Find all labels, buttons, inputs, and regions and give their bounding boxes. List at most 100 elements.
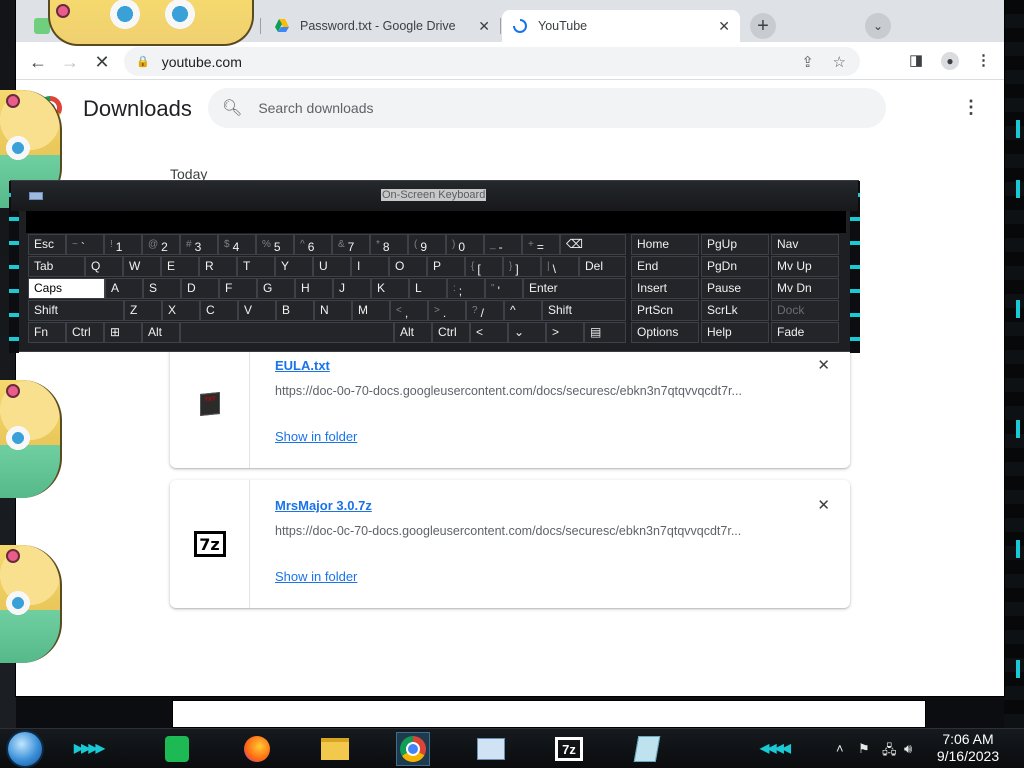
key-y[interactable]: Y xyxy=(275,256,313,277)
key-space[interactable] xyxy=(180,322,394,343)
key-prtscn[interactable]: PrtScn xyxy=(631,300,699,321)
task-manager-icon[interactable] xyxy=(474,732,508,766)
key-alt[interactable]: Alt xyxy=(142,322,180,343)
search-downloads[interactable]: 🔍︎ xyxy=(208,88,886,128)
download-filename-link[interactable]: MrsMajor 3.0.7z xyxy=(275,498,372,513)
show-in-folder-link[interactable]: Show in folder xyxy=(275,429,357,444)
key-up-arrow[interactable]: ^ xyxy=(504,300,542,321)
new-tab-button[interactable]: + xyxy=(750,13,776,39)
start-button[interactable] xyxy=(8,732,42,766)
key-backspace[interactable]: ⌫ xyxy=(560,234,626,255)
tab-google-drive[interactable]: Password.txt - Google Drive ✕ xyxy=(264,10,501,42)
key-k[interactable]: K xyxy=(371,278,409,299)
key-shift[interactable]: Shift xyxy=(28,300,124,321)
firefox-icon[interactable] xyxy=(240,732,274,766)
key-ctrl[interactable]: Ctrl xyxy=(66,322,104,343)
key-fn[interactable]: Fn xyxy=(28,322,66,343)
key-menu[interactable]: ▤ xyxy=(584,322,626,343)
tab-youtube[interactable]: YouTube ✕ xyxy=(502,10,740,42)
key-down-arrow[interactable]: ⌄ xyxy=(508,322,546,343)
search-input[interactable] xyxy=(258,100,819,116)
key-[interactable]: + = xyxy=(522,234,560,255)
key-4[interactable]: $4 xyxy=(218,234,256,255)
key-[interactable]: ~ ` xyxy=(66,234,104,255)
more-options-icon[interactable]: ⋮ xyxy=(962,97,980,118)
key-enter[interactable]: Enter xyxy=(523,278,626,299)
key-i[interactable]: I xyxy=(351,256,389,277)
remove-download-icon[interactable]: ✕ xyxy=(817,496,830,514)
key-caps[interactable]: Caps xyxy=(28,278,105,299)
key-esc[interactable]: Esc xyxy=(28,234,66,255)
key-g[interactable]: G xyxy=(257,278,295,299)
key-[interactable]: <, xyxy=(390,300,428,321)
key-z[interactable]: Z xyxy=(124,300,162,321)
key-shift[interactable]: Shift xyxy=(542,300,626,321)
key-6[interactable]: ^ 6 xyxy=(294,234,332,255)
key-s[interactable]: S xyxy=(143,278,181,299)
key-nav[interactable]: Nav xyxy=(771,234,839,255)
key-left-arrow[interactable]: < xyxy=(470,322,508,343)
key-windows[interactable]: ⊞ xyxy=(104,322,142,343)
key-[interactable]: " ' xyxy=(485,278,523,299)
key-q[interactable]: Q xyxy=(85,256,123,277)
key-home[interactable]: Home xyxy=(631,234,699,255)
file-explorer-icon[interactable] xyxy=(318,732,352,766)
key-right-arrow[interactable]: > xyxy=(546,322,584,343)
key-b[interactable]: B xyxy=(276,300,314,321)
key-2[interactable]: @2 xyxy=(142,234,180,255)
menu-icon[interactable]: ⋮ xyxy=(976,51,991,69)
key-pgdn[interactable]: PgDn xyxy=(701,256,769,277)
key-tab[interactable]: Tab xyxy=(28,256,85,277)
key-mv-dn[interactable]: Mv Dn xyxy=(771,278,839,299)
key-c[interactable]: C xyxy=(200,300,238,321)
key-[interactable]: | \ xyxy=(541,256,579,277)
key-9[interactable]: (9 xyxy=(408,234,446,255)
key-8[interactable]: * 8 xyxy=(370,234,408,255)
key-3[interactable]: #3 xyxy=(180,234,218,255)
key-alt[interactable]: Alt xyxy=(394,322,432,343)
notepad-icon[interactable] xyxy=(160,732,194,766)
download-filename-link[interactable]: EULA.txt xyxy=(275,358,330,373)
chrome-icon[interactable] xyxy=(396,732,430,766)
network-icon[interactable]: 🖧 xyxy=(882,741,897,763)
key-[interactable]: }] xyxy=(503,256,541,277)
key-v[interactable]: V xyxy=(238,300,276,321)
key-d[interactable]: D xyxy=(181,278,219,299)
key-mv-up[interactable]: Mv Up xyxy=(771,256,839,277)
key-1[interactable]: ! 1 xyxy=(104,234,142,255)
key-m[interactable]: M xyxy=(352,300,390,321)
key-j[interactable]: J xyxy=(333,278,371,299)
document-icon[interactable] xyxy=(630,732,664,766)
key-end[interactable]: End xyxy=(631,256,699,277)
key-x[interactable]: X xyxy=(162,300,200,321)
close-tab-icon[interactable]: ✕ xyxy=(478,18,490,35)
show-in-folder-link[interactable]: Show in folder xyxy=(275,569,357,584)
remove-download-icon[interactable]: ✕ xyxy=(817,356,830,374)
key-options[interactable]: Options xyxy=(631,322,699,343)
key-[interactable]: _ - xyxy=(484,234,522,255)
on-screen-keyboard[interactable]: On-Screen Keyboard Esc ~ `! 1 @2 #3 $4% 5 ^ 6 & 7 * 8… xyxy=(9,180,860,353)
back-button[interactable]: ← xyxy=(26,50,50,74)
key-fade[interactable]: Fade xyxy=(771,322,839,343)
share-icon[interactable]: ⇪ xyxy=(801,53,814,71)
7zip-icon[interactable]: 7z xyxy=(552,732,586,766)
action-center-icon[interactable]: ⚑ xyxy=(858,741,870,757)
key-pgup[interactable]: PgUp xyxy=(701,234,769,255)
key-scrlk[interactable]: ScrLk xyxy=(701,300,769,321)
key-f[interactable]: F xyxy=(219,278,257,299)
key-dock[interactable]: Dock xyxy=(771,300,839,321)
forward-button[interactable]: → xyxy=(58,50,82,74)
key-[interactable]: :; xyxy=(447,278,485,299)
keyboard-title-bar[interactable]: On-Screen Keyboard xyxy=(11,181,858,211)
key-r[interactable]: R xyxy=(199,256,237,277)
key-e[interactable]: E xyxy=(161,256,199,277)
key-o[interactable]: O xyxy=(389,256,427,277)
key-pause[interactable]: Pause xyxy=(701,278,769,299)
key-a[interactable]: A xyxy=(105,278,143,299)
key-u[interactable]: U xyxy=(313,256,351,277)
show-hidden-icons[interactable]: ˄ xyxy=(836,741,844,756)
profile-avatar-icon[interactable]: ● xyxy=(941,52,959,70)
key-help[interactable]: Help xyxy=(701,322,769,343)
key-p[interactable]: P xyxy=(427,256,465,277)
tab-search-button[interactable]: ⌄ xyxy=(865,13,891,39)
